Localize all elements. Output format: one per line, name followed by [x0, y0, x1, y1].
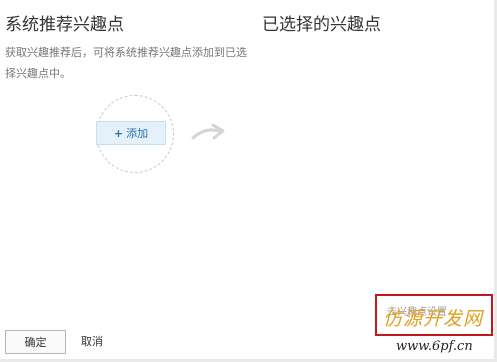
confirm-button[interactable]: 确定: [5, 330, 66, 354]
watermark-text: 仿源开发网: [383, 308, 484, 330]
cancel-button[interactable]: 取消: [81, 333, 103, 349]
add-interest-label: 添加: [126, 127, 149, 140]
watermark-logo: 去兴趣点设置 仿源开发网: [375, 294, 493, 336]
plus-icon: +: [113, 126, 124, 140]
watermark-url: www.6pf.cn: [396, 339, 473, 354]
recommend-description: 获取兴趣推荐后，可将系统推荐兴趣点添加到已选择兴趣点中。: [5, 46, 247, 80]
selected-interests-title: 已选择的兴趣点: [262, 15, 381, 35]
add-interest-button[interactable]: + 添加: [96, 121, 166, 145]
arrow-right-icon: [191, 123, 225, 140]
system-recommend-title: 系统推荐兴趣点: [5, 15, 124, 35]
